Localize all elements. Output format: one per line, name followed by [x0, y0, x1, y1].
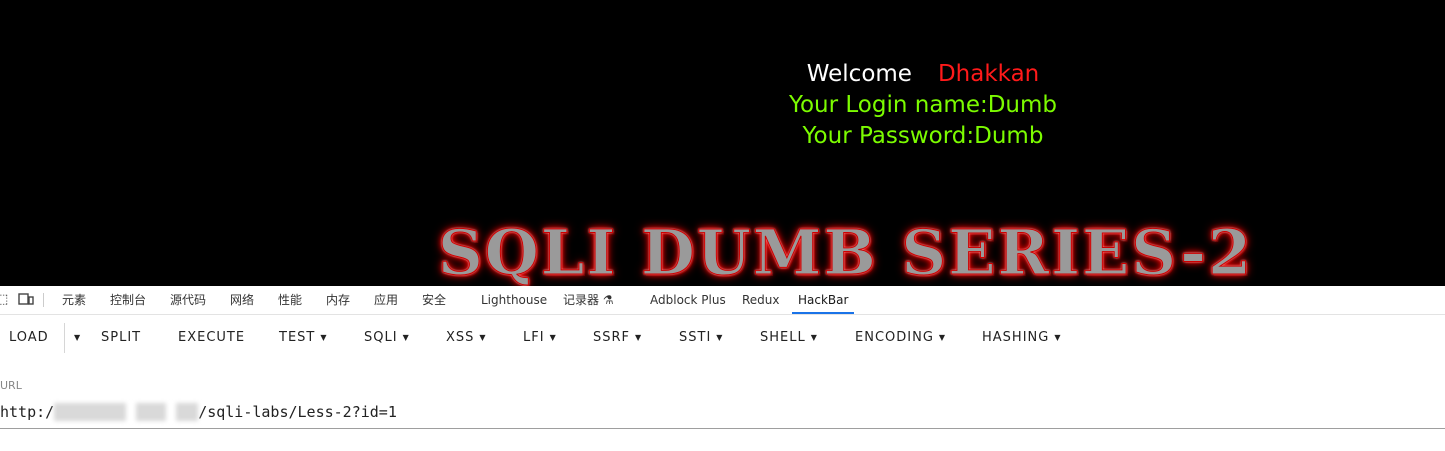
ssti-menu-label: SSTI — [679, 330, 712, 345]
load-dropdown-button[interactable]: ▼ — [69, 315, 81, 363]
login-name-line: Your Login name:Dumb — [788, 92, 1058, 118]
devtools-tab-bar: ⬚ 元素 控制台 源代码 网络 性能 内存 应用 安全 Lighthouse 记… — [0, 286, 1445, 315]
test-menu[interactable]: TEST ▼ — [279, 315, 328, 363]
xss-menu-label: XSS — [446, 330, 475, 345]
tab-console[interactable]: 控制台 — [110, 286, 146, 314]
url-input[interactable]: http:/ /sqli-labs/Less-2?id=1 — [0, 398, 1445, 429]
tab-recorder-label: 记录器 — [563, 293, 600, 307]
split-button[interactable]: SPLIT — [101, 315, 141, 363]
url-label: URL — [0, 379, 22, 392]
ssti-menu[interactable]: SSTI ▼ — [679, 315, 723, 363]
device-toolbar-icon[interactable] — [18, 292, 34, 310]
tab-application[interactable]: 应用 — [374, 286, 398, 314]
caret-down-icon: ▼ — [74, 333, 82, 342]
tab-recorder[interactable]: 记录器 ⚗ — [563, 286, 614, 314]
shell-menu[interactable]: SHELL ▼ — [760, 315, 818, 363]
caret-down-icon: ▼ — [549, 333, 557, 342]
tab-performance[interactable]: 性能 — [278, 286, 302, 314]
tab-lighthouse[interactable]: Lighthouse — [481, 286, 547, 314]
caret-down-icon: ▼ — [635, 333, 643, 342]
lfi-menu[interactable]: LFI ▼ — [523, 315, 557, 363]
caret-down-icon: ▼ — [1054, 333, 1062, 342]
welcome-line: Welcome Dhakkan — [458, 61, 1388, 87]
welcome-text: Welcome — [806, 61, 912, 87]
tab-elements[interactable]: 元素 — [62, 286, 86, 314]
series-banner: SQLI DUMB SERIES-2 — [438, 216, 1254, 287]
password-line: Your Password:Dumb — [802, 123, 1044, 149]
tab-memory[interactable]: 内存 — [326, 286, 350, 314]
caret-down-icon: ▼ — [402, 333, 410, 342]
tab-network[interactable]: 网络 — [230, 286, 254, 314]
tab-sources[interactable]: 源代码 — [170, 286, 206, 314]
tab-hackbar[interactable]: HackBar — [791, 286, 855, 314]
hackbar-toolbar: LOAD ▼ SPLIT EXECUTE TEST ▼ SQLI ▼ XSS ▼ LF… — [0, 315, 1445, 363]
welcome-username: Dhakkan — [937, 61, 1040, 87]
encoding-menu[interactable]: ENCODING ▼ — [855, 315, 946, 363]
ssrf-menu-label: SSRF — [593, 330, 631, 345]
sqli-menu-label: SQLI — [364, 330, 398, 345]
tab-adblock-plus[interactable]: Adblock Plus — [650, 286, 726, 314]
caret-down-icon: ▼ — [938, 333, 947, 342]
caret-down-icon: ▼ — [716, 333, 724, 342]
execute-button[interactable]: EXECUTE — [178, 315, 245, 363]
hashing-menu[interactable]: HASHING ▼ — [982, 315, 1061, 363]
tab-security[interactable]: 安全 — [422, 286, 446, 314]
encoding-menu-label: ENCODING — [855, 330, 934, 345]
shell-menu-label: SHELL — [760, 330, 806, 345]
redacted-host-part — [176, 402, 199, 421]
tab-separator — [43, 293, 44, 307]
load-split-divider — [64, 323, 65, 353]
test-menu-label: TEST — [279, 330, 316, 345]
lfi-menu-label: LFI — [523, 330, 545, 345]
inspect-icon[interactable]: ⬚ — [0, 292, 8, 307]
caret-down-icon: ▼ — [810, 333, 818, 342]
url-suffix: /sqli-labs/Less-2?id=1 — [198, 403, 397, 421]
xss-menu[interactable]: XSS ▼ — [446, 315, 487, 363]
ssrf-menu[interactable]: SSRF ▼ — [593, 315, 642, 363]
load-button[interactable]: LOAD — [9, 315, 49, 363]
redacted-host-part — [54, 402, 127, 421]
flask-icon: ⚗ — [602, 293, 614, 307]
tab-redux[interactable]: Redux — [742, 286, 780, 314]
url-prefix: http:/ — [0, 403, 55, 421]
sqli-menu[interactable]: SQLI ▼ — [364, 315, 410, 363]
caret-down-icon: ▼ — [479, 333, 487, 342]
web-page: Welcome Dhakkan Your Login name:Dumb Your… — [0, 0, 1445, 286]
caret-down-icon: ▼ — [320, 333, 328, 342]
redacted-host-part — [136, 402, 167, 421]
hashing-menu-label: HASHING — [982, 330, 1050, 345]
